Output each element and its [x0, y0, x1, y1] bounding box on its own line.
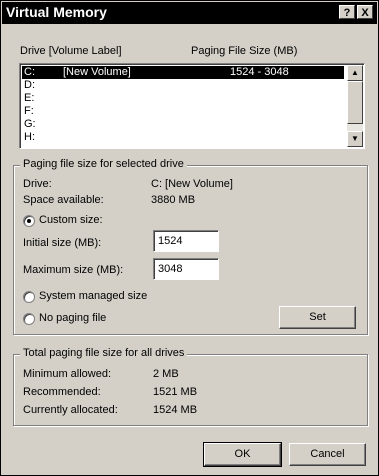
title-bar[interactable]: Virtual Memory ? X: [2, 2, 377, 24]
recommended-value: 1521 MB: [153, 386, 198, 398]
initial-size-input[interactable]: 1524: [153, 230, 219, 252]
selected-drive-group-title: Paging file size for selected drive: [20, 158, 187, 170]
virtual-memory-dialog: Virtual Memory ? X Drive [Volume Label] …: [0, 0, 379, 476]
drive-value: C: [New Volume]: [151, 178, 233, 190]
scrollbar-thumb[interactable]: [347, 81, 363, 124]
currently-allocated-value: 1524 MB: [153, 404, 198, 416]
drive-volume-label: [New Volume]: [63, 66, 131, 78]
maximum-size-input[interactable]: 3048: [153, 258, 219, 280]
drive-letter: E:: [24, 92, 35, 104]
drive-list-scrollbar[interactable]: ▲ ▼: [347, 65, 363, 147]
drive-list-item[interactable]: E:: [22, 92, 344, 105]
drive-list-item[interactable]: F:: [22, 105, 344, 118]
window-title: Virtual Memory: [6, 4, 107, 20]
drive-list-rows: C: [New Volume] 1524 - 3048 D: E: F: G: H:: [22, 66, 344, 144]
drive-letter: F:: [24, 105, 34, 117]
drive-column-header: Drive [Volume Label]: [20, 45, 122, 57]
recommended-label: Recommended:: [23, 386, 101, 398]
minimum-allowed-label: Minimum allowed:: [23, 368, 112, 380]
scroll-down-arrow-icon[interactable]: ▼: [347, 131, 363, 147]
scroll-up-arrow-icon[interactable]: ▲: [347, 65, 363, 81]
paging-size-column-header: Paging File Size (MB): [191, 45, 298, 57]
system-managed-label[interactable]: System managed size: [39, 290, 147, 302]
custom-size-radio[interactable]: [23, 215, 35, 227]
space-available-value: 3880 MB: [151, 194, 196, 206]
drive-letter: C:: [24, 66, 35, 78]
drive-letter: H:: [24, 131, 35, 143]
drive-list-item[interactable]: C: [New Volume] 1524 - 3048: [22, 66, 344, 79]
drive-paging-size: 1524 - 3048: [230, 66, 289, 78]
drive-label: Drive:: [23, 178, 52, 190]
set-button[interactable]: Set: [279, 306, 356, 329]
drive-letter: G:: [24, 118, 36, 130]
no-paging-file-label[interactable]: No paging file: [39, 312, 106, 324]
ok-button[interactable]: OK: [203, 442, 282, 467]
no-paging-file-radio[interactable]: [23, 313, 35, 325]
drive-list-item[interactable]: D:: [22, 79, 344, 92]
drive-list-item[interactable]: H:: [22, 131, 344, 144]
maximum-size-label: Maximum size (MB):: [23, 264, 124, 276]
currently-allocated-label: Currently allocated:: [23, 404, 118, 416]
space-available-label: Space available:: [23, 194, 104, 206]
custom-size-label[interactable]: Custom size:: [39, 214, 103, 226]
help-button[interactable]: ?: [339, 5, 355, 19]
cancel-button[interactable]: Cancel: [289, 443, 366, 466]
minimum-allowed-value: 2 MB: [153, 368, 179, 380]
drive-letter: D:: [24, 79, 35, 91]
drive-list-item[interactable]: G:: [22, 118, 344, 131]
totals-group-title: Total paging file size for all drives: [20, 347, 188, 359]
drive-list[interactable]: C: [New Volume] 1524 - 3048 D: E: F: G: H: ▲ ▼: [19, 63, 365, 149]
initial-size-label: Initial size (MB):: [23, 237, 102, 249]
close-button[interactable]: X: [357, 5, 373, 19]
system-managed-radio[interactable]: [23, 291, 35, 303]
